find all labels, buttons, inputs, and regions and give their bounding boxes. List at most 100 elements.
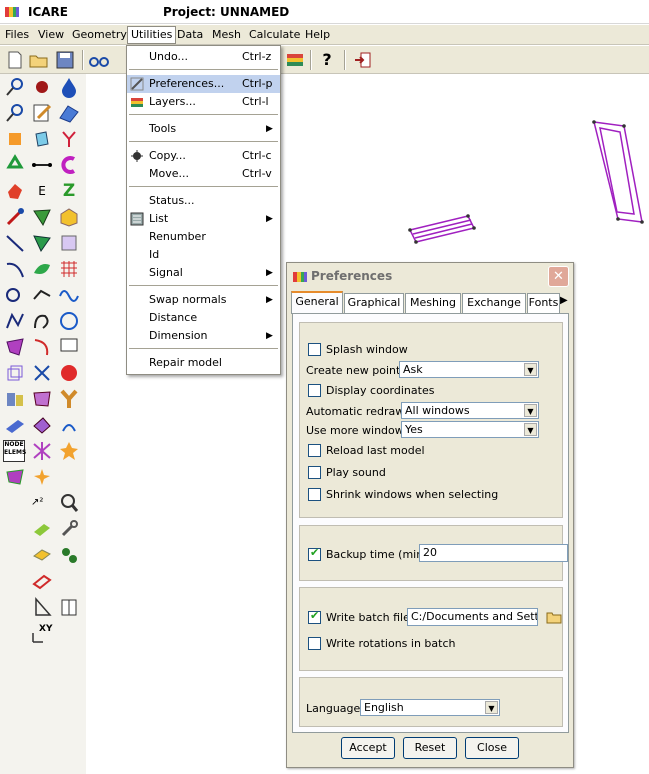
menu-item-distance[interactable]: Distance [127,309,280,327]
y-axis-icon[interactable] [58,128,80,150]
menu-data[interactable]: Data [174,27,206,43]
exit-door-icon[interactable] [352,50,374,70]
burst-small-icon[interactable] [31,466,53,488]
menu-calculate[interactable]: Calculate [246,27,303,43]
magnifier-icon[interactable] [58,492,80,514]
reset-button[interactable]: Reset [403,737,457,759]
triangle-face-icon[interactable] [31,206,53,228]
write-rotations-checkbox[interactable] [308,637,321,650]
spline-loop-icon[interactable] [4,284,26,306]
y-colored-icon[interactable] [58,388,80,410]
menu-item-swap-normals[interactable]: Swap normals ▶ [127,291,280,309]
layers-stack-icon[interactable] [284,50,306,70]
polyline-icon[interactable] [4,310,26,332]
diagonal-line-icon[interactable] [4,232,26,254]
menu-item-renumber[interactable]: Renumber [127,228,280,246]
outline-plate-icon[interactable] [31,570,53,592]
solid-shape-icon[interactable] [4,180,26,202]
menu-item-copy[interactable]: Copy... Ctrl-c [127,147,280,165]
leaf-surface-icon[interactable] [31,258,53,280]
menu-view[interactable]: View [35,27,67,43]
monitor-icon[interactable] [58,336,80,358]
menu-item-preferences[interactable]: Preferences... Ctrl-p [127,75,280,93]
drop-shading-icon[interactable] [58,76,80,98]
create-new-point-select[interactable]: Ask ▼ [399,361,539,378]
node-elems-icon[interactable]: NODE ELEMS [3,440,26,462]
model-beam-shape[interactable] [408,214,476,244]
display-coordinates-checkbox[interactable] [308,384,321,397]
use-more-windows-select[interactable]: Yes ▼ [401,421,539,438]
new-file-icon[interactable] [4,50,26,70]
burst-icon[interactable] [58,440,80,462]
patch-purple-icon[interactable] [4,336,26,358]
red-sphere-icon[interactable] [58,362,80,384]
mesh-patch-icon[interactable] [31,388,53,410]
signal-icon[interactable] [58,414,80,436]
sine-wave-icon[interactable] [58,284,80,306]
curve-arc-icon[interactable] [4,258,26,280]
menu-item-id[interactable]: Id [127,246,280,264]
tab-scroll-right-icon[interactable]: ▶ [560,295,570,309]
menu-item-repair-model[interactable]: Repair model [127,354,280,372]
gears-icon[interactable] [58,544,80,566]
open-folder-icon[interactable] [28,50,50,70]
book-icon[interactable] [58,596,80,618]
line-segment-icon[interactable] [31,154,53,176]
language-select[interactable]: English ▼ [360,699,500,716]
edit-note-icon[interactable] [31,102,53,124]
backup-time-checkbox[interactable] [308,546,321,561]
menu-item-list[interactable]: List ▶ [127,210,280,228]
close-button[interactable]: Close [465,737,519,759]
y-frame-icon[interactable] [58,232,80,254]
dimension-triangle-icon[interactable] [31,596,53,618]
save-disk-icon[interactable] [54,50,76,70]
zoom-binoculars-icon[interactable] [88,50,110,70]
help-question-icon[interactable]: ? [316,50,338,70]
mesh-triangle-icon[interactable] [31,414,53,436]
curve-red-icon[interactable] [31,336,53,358]
play-sound-checkbox[interactable] [308,466,321,479]
layer-orange-icon[interactable] [31,544,53,566]
menu-help[interactable]: Help [302,27,333,43]
batch-file-path-input[interactable]: C:/Documents and Settings [407,608,538,626]
backup-time-input[interactable]: 20 [419,544,568,562]
dialog-title-bar[interactable]: Preferences ✕ [287,263,573,289]
menu-item-move[interactable]: Move... Ctrl-v [127,165,280,183]
eraser-icon[interactable] [4,414,26,436]
point-sphere-icon[interactable] [31,76,53,98]
recycle-icon[interactable] [4,154,26,176]
mesh-green-icon[interactable] [4,466,26,488]
triangle-green-icon[interactable] [31,232,53,254]
menu-item-status[interactable]: Status... [127,192,280,210]
tab-exchange[interactable]: Exchange [462,293,526,313]
fire-highlight-icon[interactable] [4,128,26,150]
tab-fonts[interactable]: Fonts [527,293,560,313]
write-batch-file-checkbox[interactable] [308,609,321,624]
green-plate-icon[interactable] [31,518,53,540]
tab-graphical[interactable]: Graphical [344,293,404,313]
zoom-out-icon[interactable] [4,102,26,124]
menu-geometry[interactable]: Geometry [69,27,130,43]
circle-wave-icon[interactable] [58,310,80,332]
vector-arrow-icon[interactable] [4,206,26,228]
menu-utilities[interactable]: Utilities [127,26,177,44]
z-axis-icon[interactable]: Z [58,180,80,202]
menu-files[interactable]: Files [2,27,32,43]
menu-item-undo[interactable]: Undo... Ctrl-z [127,48,280,66]
tab-general[interactable]: General [291,291,343,314]
menu-item-signal[interactable]: Signal ▶ [127,264,280,282]
accept-button[interactable]: Accept [341,737,395,759]
shrink-windows-checkbox[interactable] [308,488,321,501]
tab-meshing[interactable]: Meshing [405,293,461,313]
menu-item-layers[interactable]: Layers... Ctrl-l [127,93,280,111]
magnet-icon[interactable] [58,154,80,176]
curve-loop-icon[interactable] [31,310,53,332]
surface-mesh-icon[interactable] [58,102,80,124]
close-icon[interactable]: ✕ [548,266,569,287]
box-face-icon[interactable] [31,128,53,150]
menu-item-tools[interactable]: Tools ▶ [127,120,280,138]
star-mesh-icon[interactable] [31,440,53,462]
automatic-redraw-select[interactable]: All windows ▼ [401,402,539,419]
menu-mesh[interactable]: Mesh [209,27,244,43]
node-chain-icon[interactable] [31,284,53,306]
